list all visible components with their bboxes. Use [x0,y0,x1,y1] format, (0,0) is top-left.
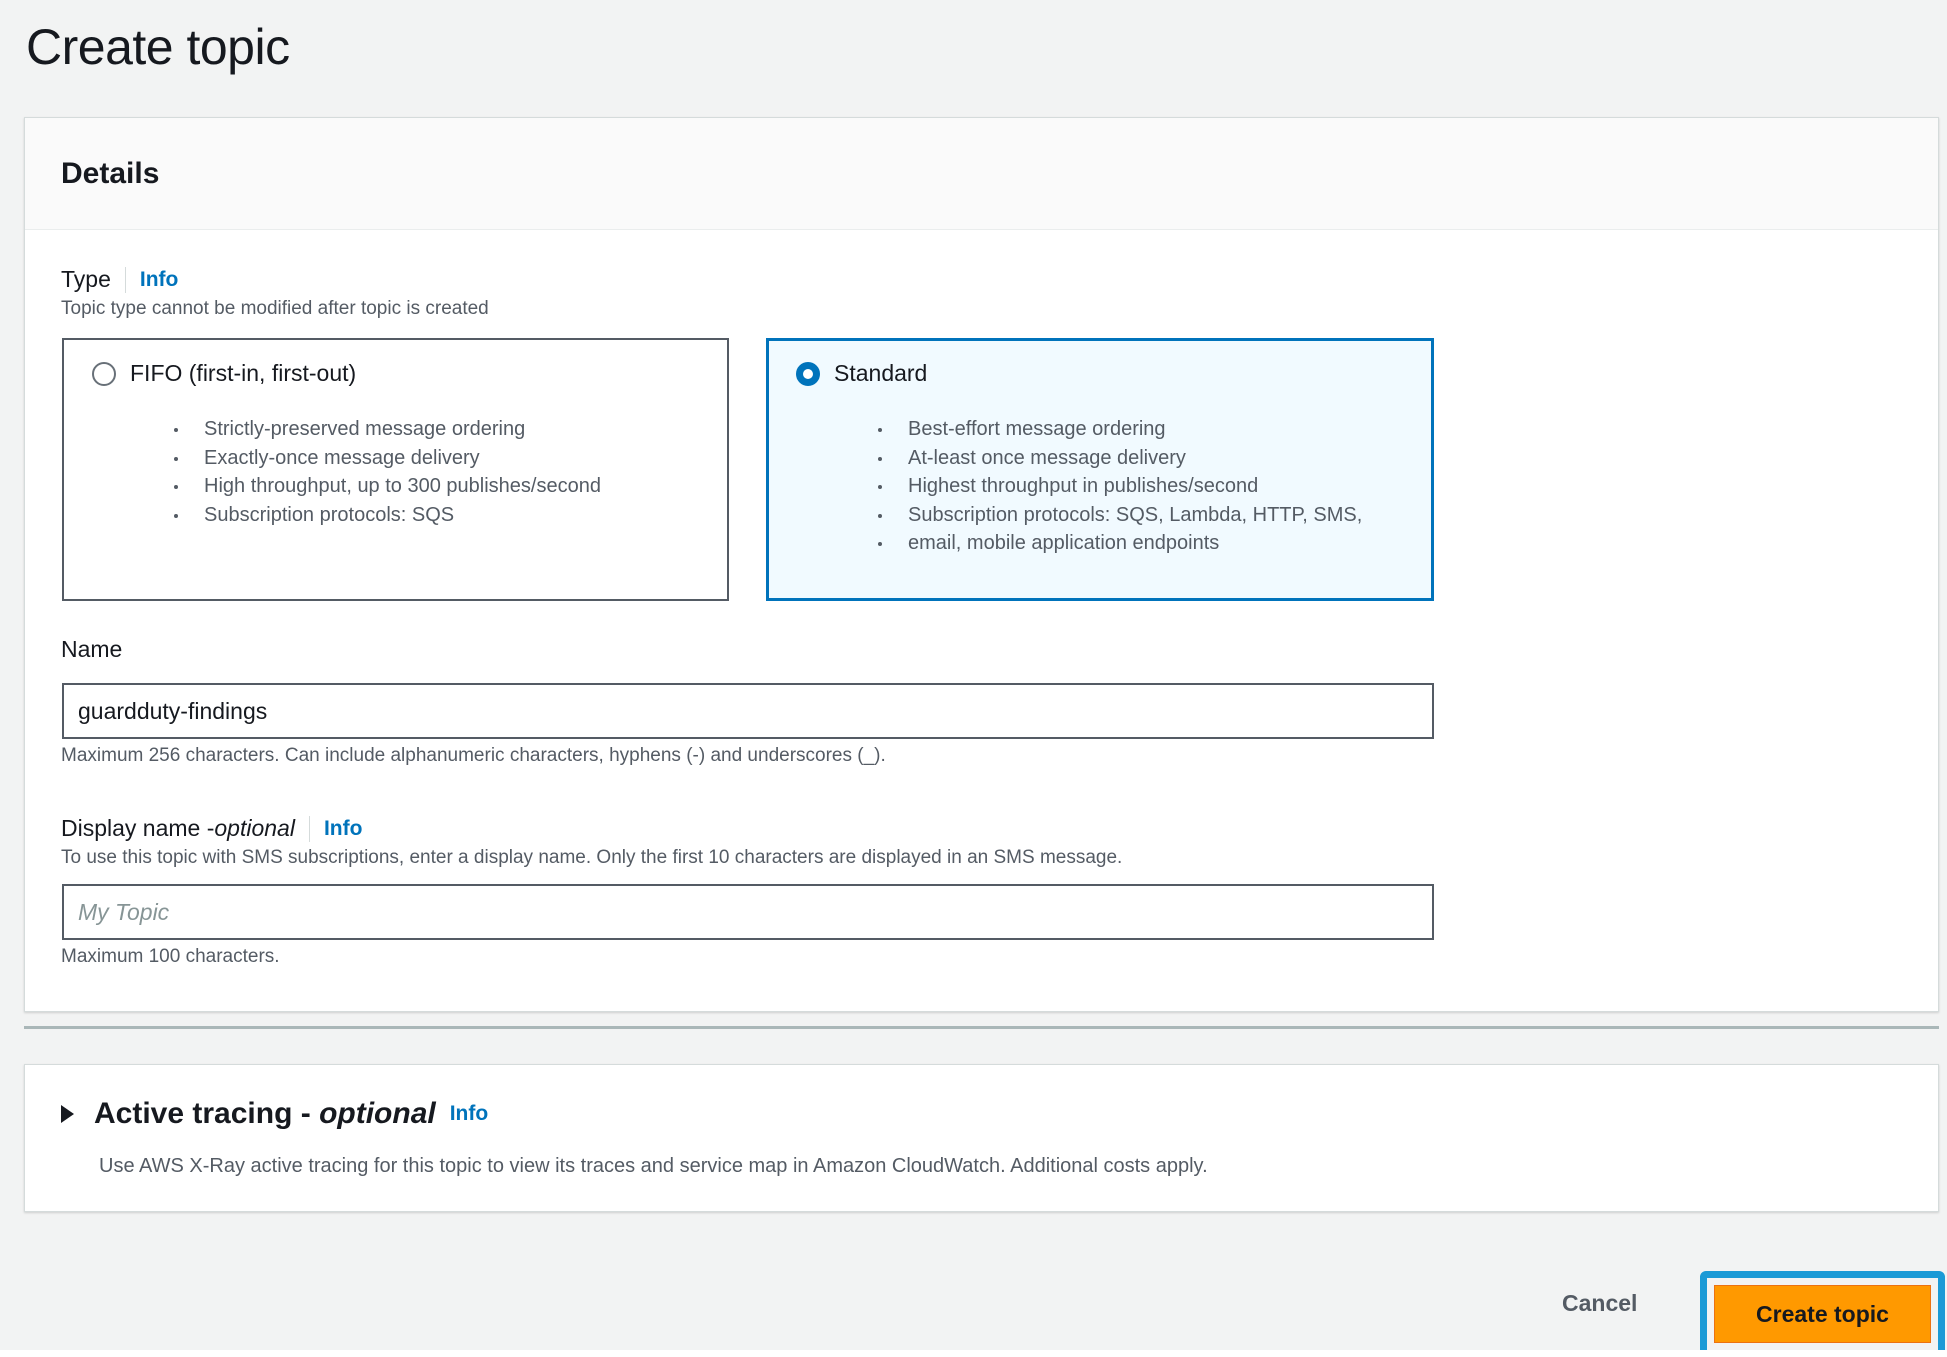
page: Create topic Details Type Info Topic typ… [0,0,1947,1357]
cancel-button[interactable]: Cancel [1562,1290,1637,1317]
standard-features: Best-effort message ordering At-least on… [877,415,1362,558]
active-tracing-info-link[interactable]: Info [450,1102,488,1126]
display-name-input[interactable] [62,884,1434,940]
list-item-continuation: email, mobile application endpoints [877,529,1362,558]
standard-tile-head: Standard [796,360,927,387]
display-name-label-row: Display name - optional Info [61,815,362,842]
section-divider [24,1026,1939,1029]
standard-label: Standard [834,360,928,386]
list-item: Strictly-preserved message ordering [174,415,601,444]
list-item: Subscription protocols: SQS, Lambda, HTT… [877,501,1362,530]
active-tracing-header[interactable]: Active tracing - optional Info [61,1097,488,1131]
display-name-description: To use this topic with SMS subscriptions… [61,847,1123,868]
optional-tag: optional [319,1097,436,1130]
type-info-link[interactable]: Info [140,268,178,292]
fifo-radio[interactable] [92,361,116,386]
details-header: Details [25,118,1938,230]
fifo-tile-head: FIFO (first-in, first-out) [92,360,356,387]
list-item: Highest throughput in publishes/second [877,472,1362,501]
page-title: Create topic [26,19,290,75]
optional-tag: optional [214,815,295,841]
name-label: Name [61,636,123,662]
list-item: Subscription protocols: SQS [174,501,601,530]
caret-right-icon[interactable] [61,1105,74,1123]
type-label: Type [61,266,111,292]
active-tracing-panel: Active tracing - optional Info Use AWS X… [24,1064,1939,1212]
type-description: Topic type cannot be modified after topi… [61,298,489,319]
create-topic-button[interactable]: Create topic [1714,1285,1931,1343]
divider [308,815,310,842]
list-item: Best-effort message ordering [877,415,1362,444]
type-label-row: Type Info [61,266,178,293]
list-item: High throughput, up to 300 publishes/sec… [174,472,601,501]
name-input[interactable] [62,683,1434,739]
fifo-type-tile[interactable]: FIFO (first-in, first-out) Strictly-pres… [62,338,729,601]
name-hint: Maximum 256 characters. Can include alph… [61,745,886,766]
details-title: Details [61,156,160,190]
active-tracing-description: Use AWS X-Ray active tracing for this to… [99,1155,1208,1177]
display-name-info-link[interactable]: Info [324,817,362,841]
list-item: At-least once message delivery [877,444,1362,473]
fifo-features: Strictly-preserved message ordering Exac… [174,415,601,530]
standard-type-tile[interactable]: Standard Best-effort message ordering At… [766,338,1434,601]
display-name-label: Display name - [61,815,215,841]
details-panel: Details Type Info Topic type cannot be m… [24,117,1939,1012]
display-name-hint: Maximum 100 characters. [61,946,280,967]
standard-radio[interactable] [796,361,820,386]
bottom-strip [0,1350,1947,1357]
list-item: Exactly-once message delivery [174,444,601,473]
divider [124,266,126,293]
active-tracing-title-text: Active tracing - [94,1097,320,1130]
active-tracing-title: Active tracing - optional [94,1097,436,1131]
fifo-label: FIFO (first-in, first-out) [130,360,357,386]
